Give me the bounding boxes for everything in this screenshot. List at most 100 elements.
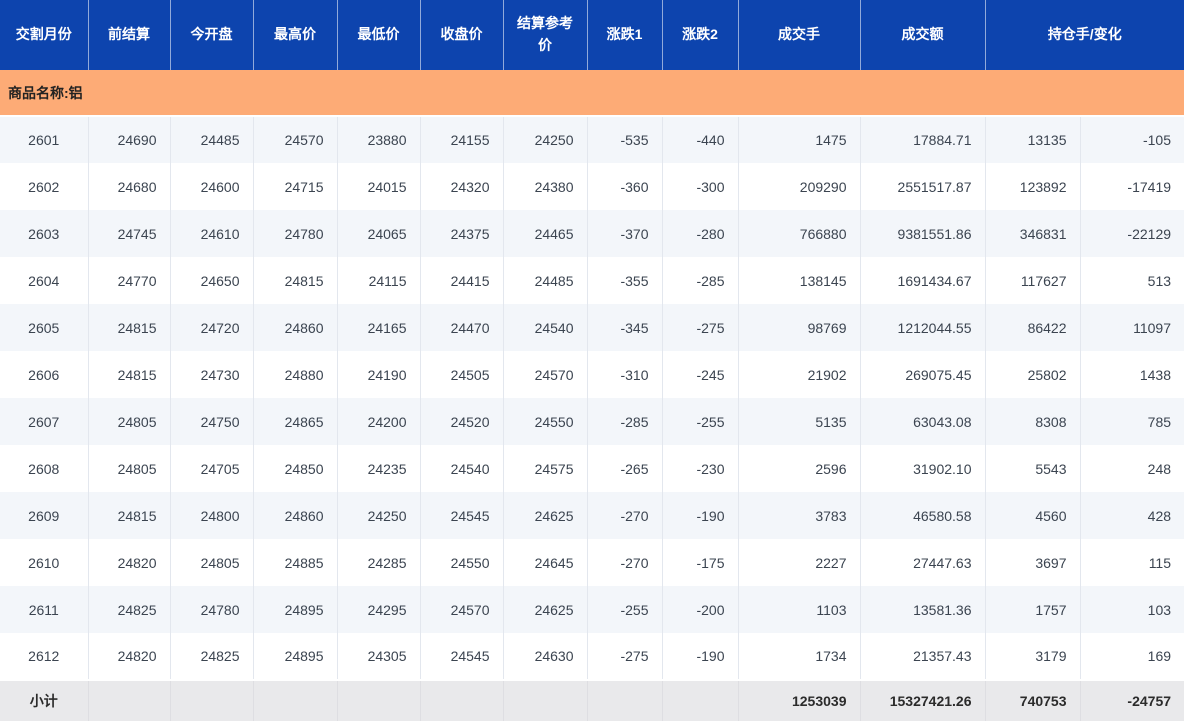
value-cell: 209290 bbox=[738, 163, 861, 210]
value-cell: -275 bbox=[587, 633, 663, 680]
value-cell: 24570 bbox=[420, 586, 504, 633]
subtotal-empty-cell bbox=[662, 679, 739, 721]
value-cell: 24610 bbox=[170, 210, 254, 257]
value-cell: 24540 bbox=[420, 445, 504, 492]
value-cell: -285 bbox=[587, 398, 663, 445]
value-cell: 24730 bbox=[170, 351, 254, 398]
value-cell: 24630 bbox=[503, 633, 588, 680]
value-cell: 24485 bbox=[503, 257, 588, 304]
col-header-turnover: 成交额 bbox=[860, 0, 986, 70]
value-cell: 27447.63 bbox=[860, 539, 986, 586]
value-cell: 24825 bbox=[170, 633, 254, 680]
subtotal-volume: 1253039 bbox=[738, 679, 861, 721]
value-cell: 24155 bbox=[420, 116, 504, 163]
value-cell: 2227 bbox=[738, 539, 861, 586]
value-cell: 5135 bbox=[738, 398, 861, 445]
delivery-month-cell: 2611 bbox=[0, 586, 89, 633]
value-cell: 24715 bbox=[253, 163, 338, 210]
value-cell: 24570 bbox=[253, 116, 338, 163]
delivery-month-cell: 2610 bbox=[0, 539, 89, 586]
value-cell: 24880 bbox=[253, 351, 338, 398]
delivery-month-cell: 2609 bbox=[0, 492, 89, 539]
value-cell: 24380 bbox=[503, 163, 588, 210]
value-cell: 24285 bbox=[337, 539, 421, 586]
subtotal-empty-cell bbox=[420, 679, 504, 721]
value-cell: 2551517.87 bbox=[860, 163, 986, 210]
value-cell: 24115 bbox=[337, 257, 421, 304]
value-cell: 513 bbox=[1080, 257, 1184, 304]
value-cell: -22129 bbox=[1080, 210, 1184, 257]
value-cell: 24645 bbox=[503, 539, 588, 586]
col-header-open: 今开盘 bbox=[170, 0, 254, 70]
value-cell: 4560 bbox=[985, 492, 1081, 539]
value-cell: 24815 bbox=[88, 351, 171, 398]
futures-quotes-table: 交割月份 前结算 今开盘 最高价 最低价 收盘价 结算参考价 涨跌1 涨跌2 成… bbox=[0, 0, 1184, 721]
subtotal-empty-cell bbox=[88, 679, 171, 721]
value-cell: -535 bbox=[587, 116, 663, 163]
value-cell: 24470 bbox=[420, 304, 504, 351]
value-cell: -280 bbox=[662, 210, 739, 257]
quote-row-2610: 2610 24820 24805 24885 24285 24550 24645 -270 -1… bbox=[0, 539, 1184, 586]
value-cell: 25802 bbox=[985, 351, 1081, 398]
value-cell: 24625 bbox=[503, 492, 588, 539]
value-cell: 46580.58 bbox=[860, 492, 986, 539]
value-cell: -275 bbox=[662, 304, 739, 351]
value-cell: 24570 bbox=[503, 351, 588, 398]
value-cell: 24015 bbox=[337, 163, 421, 210]
col-header-high: 最高价 bbox=[253, 0, 338, 70]
value-cell: 24860 bbox=[253, 492, 338, 539]
value-cell: 24895 bbox=[253, 586, 338, 633]
quote-row-2609: 2609 24815 24800 24860 24250 24545 24625 -270 -1… bbox=[0, 492, 1184, 539]
delivery-month-cell: 2601 bbox=[0, 116, 89, 163]
quote-row-2608: 2608 24805 24705 24850 24235 24540 24575 -265 -2… bbox=[0, 445, 1184, 492]
subtotal-open-interest: 740753 bbox=[985, 679, 1081, 721]
value-cell: -440 bbox=[662, 116, 739, 163]
value-cell: 21902 bbox=[738, 351, 861, 398]
value-cell: 24375 bbox=[420, 210, 504, 257]
value-cell: -245 bbox=[662, 351, 739, 398]
value-cell: 24885 bbox=[253, 539, 338, 586]
value-cell: 24825 bbox=[88, 586, 171, 633]
quote-row-2607: 2607 24805 24750 24865 24200 24520 24550 -285 -2… bbox=[0, 398, 1184, 445]
value-cell: 248 bbox=[1080, 445, 1184, 492]
value-cell: 24820 bbox=[88, 539, 171, 586]
value-cell: -270 bbox=[587, 539, 663, 586]
value-cell: 24305 bbox=[337, 633, 421, 680]
value-cell: 24540 bbox=[503, 304, 588, 351]
value-cell: 9381551.86 bbox=[860, 210, 986, 257]
value-cell: -370 bbox=[587, 210, 663, 257]
col-header-volume: 成交手 bbox=[738, 0, 861, 70]
value-cell: 24250 bbox=[503, 116, 588, 163]
quote-row-2601: 2601 24690 24485 24570 23880 24155 24250 -535 -4… bbox=[0, 116, 1184, 163]
value-cell: 1475 bbox=[738, 116, 861, 163]
value-cell: 31902.10 bbox=[860, 445, 986, 492]
value-cell: 2596 bbox=[738, 445, 861, 492]
value-cell: -300 bbox=[662, 163, 739, 210]
value-cell: 5543 bbox=[985, 445, 1081, 492]
value-cell: 24750 bbox=[170, 398, 254, 445]
value-cell: 1438 bbox=[1080, 351, 1184, 398]
delivery-month-cell: 2604 bbox=[0, 257, 89, 304]
value-cell: 24235 bbox=[337, 445, 421, 492]
value-cell: 24815 bbox=[253, 257, 338, 304]
value-cell: 24805 bbox=[88, 398, 171, 445]
col-header-change1: 涨跌1 bbox=[587, 0, 663, 70]
value-cell: 24550 bbox=[503, 398, 588, 445]
value-cell: 24625 bbox=[503, 586, 588, 633]
value-cell: 115 bbox=[1080, 539, 1184, 586]
value-cell: 24485 bbox=[170, 116, 254, 163]
value-cell: -355 bbox=[587, 257, 663, 304]
value-cell: 24820 bbox=[88, 633, 171, 680]
value-cell: -285 bbox=[662, 257, 739, 304]
value-cell: 24720 bbox=[170, 304, 254, 351]
delivery-month-cell: 2608 bbox=[0, 445, 89, 492]
value-cell: -105 bbox=[1080, 116, 1184, 163]
value-cell: 98769 bbox=[738, 304, 861, 351]
subtotal-empty-cell bbox=[587, 679, 663, 721]
value-cell: 24520 bbox=[420, 398, 504, 445]
value-cell: 24780 bbox=[253, 210, 338, 257]
value-cell: 24550 bbox=[420, 539, 504, 586]
value-cell: 3783 bbox=[738, 492, 861, 539]
col-header-low: 最低价 bbox=[337, 0, 421, 70]
value-cell: 24545 bbox=[420, 633, 504, 680]
